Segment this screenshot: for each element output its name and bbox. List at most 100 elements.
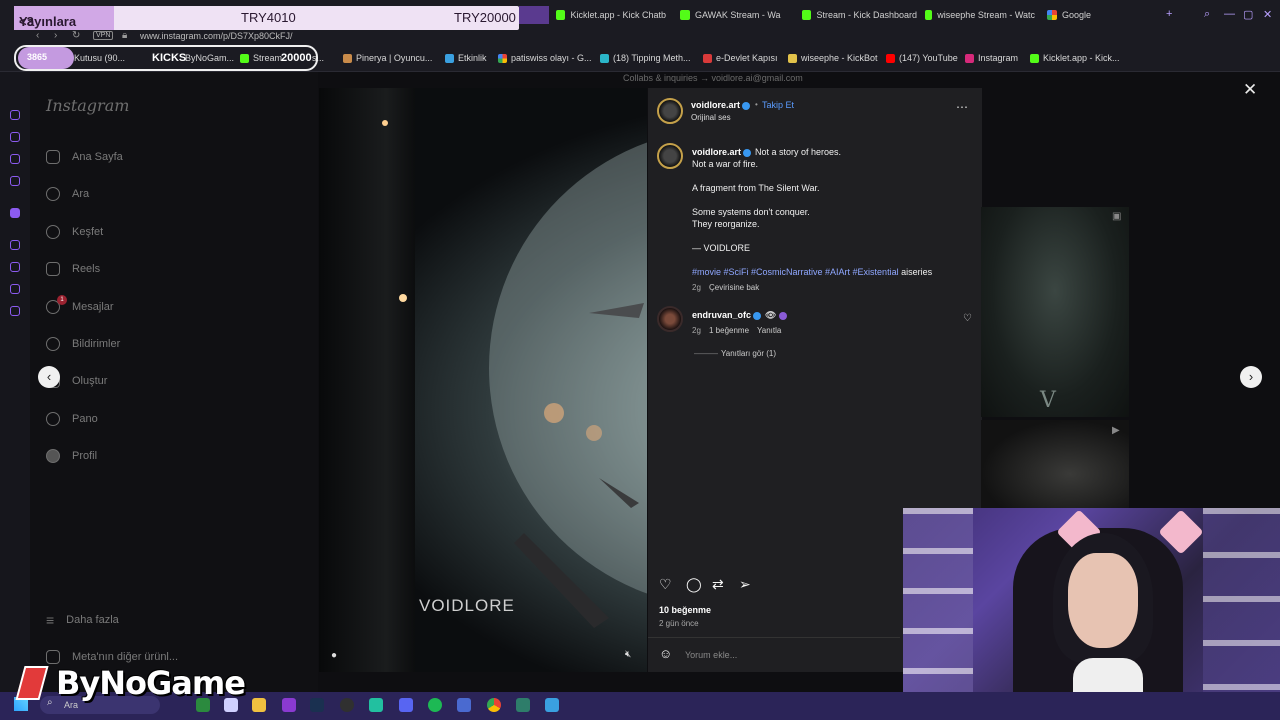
nav-notifications[interactable]: Bildirimler (46, 337, 120, 351)
nav-dashboard[interactable]: Pano (46, 412, 98, 426)
sidebar-app-icon[interactable] (10, 132, 20, 142)
close-icon[interactable]: ✕ (1243, 80, 1257, 100)
bookmark-item[interactable]: patiswiss olayı - G... (498, 53, 592, 63)
app-icon[interactable] (545, 698, 559, 712)
tab-google[interactable]: Google (1047, 6, 1117, 24)
tab-gawak[interactable]: GAWAK Stream - Wa (680, 6, 790, 24)
nav-home[interactable]: Ana Sayfa (46, 150, 123, 164)
tab-kick-dashboard[interactable]: Stream - Kick Dashboard (802, 6, 917, 24)
view-replies-button[interactable]: Yanıtları gör (1) (721, 349, 776, 358)
caption-line: Not a story of heroes. (755, 147, 842, 157)
nav-explore[interactable]: Keşfet (46, 225, 103, 239)
avatar[interactable] (657, 306, 683, 332)
bookmark-item[interactable]: e-Devlet Kapısı (703, 53, 778, 63)
next-post-button[interactable]: › (1240, 366, 1262, 388)
sidebar-app-icon[interactable] (10, 284, 20, 294)
sidebar-app-icon[interactable] (10, 110, 20, 120)
nav-label: Ana Sayfa (72, 151, 123, 163)
tab-label: wiseephe Stream - Watc (937, 10, 1035, 20)
avatar[interactable] (657, 143, 683, 169)
chrome-icon[interactable] (487, 698, 501, 712)
bookmark-item[interactable]: Pinerya | Oyuncu... (343, 53, 432, 63)
bookmark-item[interactable]: Instagram (965, 53, 1018, 63)
comment-likes[interactable]: 1 beğenme (709, 326, 749, 335)
nav-label: Mesajlar (72, 301, 114, 313)
donation-current: TRY4010 (241, 10, 296, 25)
emoji-icon[interactable]: ☺ (659, 646, 672, 661)
comment-input[interactable]: Yorum ekle... (685, 650, 737, 660)
nav-meta[interactable]: Meta'nın diğer ürünl... (46, 650, 178, 664)
avatar[interactable] (657, 98, 683, 124)
sidebar-app-icon[interactable] (10, 154, 20, 164)
audio-label[interactable]: Orijinal ses (691, 113, 731, 122)
vpn-badge[interactable]: VPN (93, 31, 114, 40)
prev-post-button[interactable]: ‹ (38, 366, 60, 388)
back-icon[interactable]: ‹ (36, 30, 39, 41)
calendar-icon (445, 53, 454, 63)
comment-icon[interactable]: ◯ (686, 576, 702, 593)
tab-kicklet[interactable]: Kicklet.app - Kick Chatb (556, 6, 666, 24)
search-tabs-icon[interactable]: ⌕ (1204, 8, 1210, 21)
spotify-icon[interactable] (428, 698, 442, 712)
bookmark-item[interactable]: wiseephe - KickBot (788, 53, 878, 63)
new-tab-button[interactable]: + (1166, 8, 1172, 20)
nav-label: Meta'nın diğer ürünl... (72, 651, 179, 663)
app-icon[interactable] (516, 698, 530, 712)
bookmark-label: Instagram (978, 53, 1019, 63)
more-options-icon[interactable]: ⋯ (956, 100, 968, 114)
reply-button[interactable]: Yanıtla (757, 326, 781, 335)
follow-button[interactable]: Takip Et (762, 100, 794, 110)
reload-icon[interactable]: ↻ (72, 30, 80, 41)
nav-more[interactable]: ≡ Daha fazla (46, 612, 119, 628)
compass-icon (46, 225, 60, 239)
bookmark-item[interactable]: Kicklet.app - Kick... (1030, 53, 1120, 63)
share-icon[interactable]: ➢ (739, 576, 751, 593)
app-icon[interactable] (369, 698, 383, 712)
mute-icon[interactable]: 🔇︎ (625, 649, 631, 660)
forward-icon[interactable]: › (54, 30, 57, 41)
close-window-icon[interactable]: ✕ (1263, 8, 1272, 21)
sidebar-app-icon[interactable] (10, 240, 20, 250)
steam-icon[interactable] (310, 698, 324, 712)
obs-icon[interactable] (340, 698, 354, 712)
file-explorer-icon[interactable] (252, 698, 266, 712)
like-icon[interactable]: ♡ (659, 576, 672, 593)
tab-wiseephe[interactable]: wiseephe Stream - Watc (925, 6, 1035, 24)
suggested-thumbnail[interactable] (981, 207, 1129, 417)
nav-search[interactable]: Ara (46, 187, 89, 201)
hashtag-links[interactable]: #movie #SciFi #CosmicNarrative #AIArt #E… (692, 267, 899, 277)
sidebar-app-icon[interactable] (10, 262, 20, 272)
repost-icon[interactable]: ⇄ (712, 576, 724, 593)
post-author[interactable]: voidlore.art (691, 100, 751, 110)
sidebar-app-icon[interactable] (10, 176, 20, 186)
instagram-logo[interactable]: Instagram (46, 96, 129, 115)
shelf-left (903, 508, 973, 720)
bookmark-item[interactable]: Etkinlik (445, 53, 487, 63)
comment-author[interactable]: endruvan_ofc 👁︎ (692, 310, 788, 321)
sidebar-app-icon[interactable] (10, 306, 20, 316)
bookmark-item[interactable]: (18) Tipping Meth... (600, 53, 691, 63)
post-video[interactable]: VOIDLORE ● 🔇︎ (319, 88, 647, 672)
opera-icon[interactable] (282, 698, 296, 712)
url-field[interactable]: www.instagram.com/p/DS7Xp80CkFJ/ (140, 31, 293, 41)
see-translation-link[interactable]: Çevirisine bak (709, 283, 759, 292)
twitch-icon[interactable] (10, 208, 20, 218)
caption-author[interactable]: voidlore.art (692, 147, 752, 157)
kick-icon (1030, 53, 1039, 63)
nav-reels[interactable]: Reels (46, 262, 100, 276)
comment-like-icon[interactable]: ♡ (963, 313, 972, 324)
user-tag-icon[interactable]: ● (331, 650, 337, 661)
nav-label: Bildirimler (72, 338, 121, 350)
like-count[interactable]: 10 beğenme (659, 605, 711, 615)
suggested-thumbnail[interactable] (981, 420, 1129, 510)
nav-messages[interactable]: Mesajlar (46, 300, 114, 314)
caption-line: A fragment from The Silent War. (692, 183, 820, 193)
bookmark-item[interactable]: (147) YouTube (886, 53, 958, 63)
discord-icon[interactable] (399, 698, 413, 712)
menu-icon: ≡ (46, 612, 55, 628)
minimize-icon[interactable]: — (1224, 8, 1235, 20)
maximize-icon[interactable]: ▢ (1243, 8, 1253, 21)
meta-icon (46, 650, 60, 664)
app-icon[interactable] (457, 698, 471, 712)
nav-profile[interactable]: Profil (46, 449, 97, 463)
